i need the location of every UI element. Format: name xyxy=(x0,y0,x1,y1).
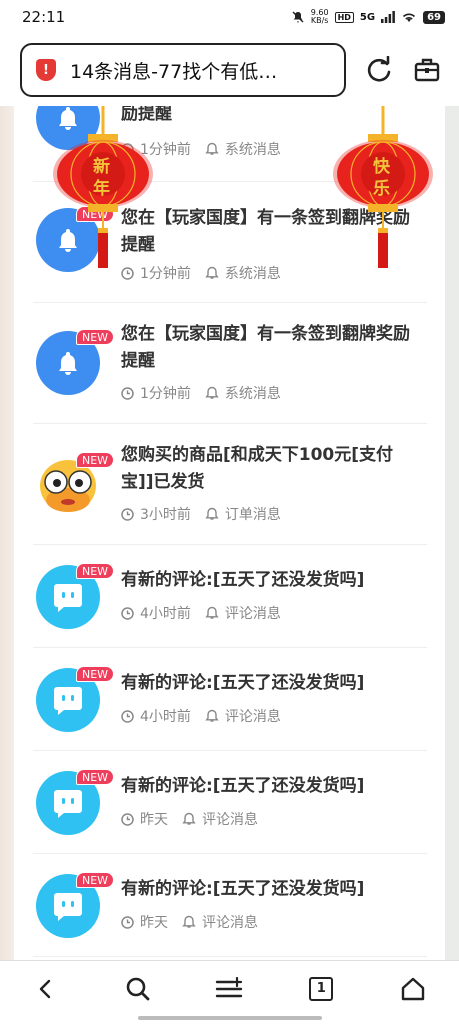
new-badge: NEW xyxy=(76,563,115,579)
chat-bubble-icon xyxy=(54,790,82,818)
new-badge: NEW xyxy=(76,872,115,888)
clock-icon xyxy=(121,915,134,929)
signal-label: 5G xyxy=(359,11,376,23)
message-type: 系统消息 xyxy=(224,266,281,282)
tab-count: 1 xyxy=(309,976,334,1001)
menu-icon[interactable] xyxy=(209,969,249,1009)
small-bell-icon xyxy=(205,507,219,521)
lantern-right-char-2: 乐 xyxy=(373,179,390,199)
message-time: 4小时前 xyxy=(140,709,191,725)
status-icons: 9.60 KB/s HD 5G 69 xyxy=(291,9,445,25)
small-bell-icon xyxy=(205,606,219,620)
clock-icon xyxy=(121,507,134,521)
page-title[interactable]: 14条消息-77找个有低… xyxy=(70,57,277,84)
message-meta: 3小时前 订单消息 xyxy=(121,504,281,524)
address-bar[interactable]: ! 14条消息-77找个有低… xyxy=(20,43,346,97)
wifi-icon xyxy=(403,13,416,22)
shield-alert-icon[interactable]: ! xyxy=(36,59,56,81)
home-indicator[interactable] xyxy=(138,1016,322,1020)
back-icon[interactable] xyxy=(26,969,66,1009)
message-meta: 昨天 评论消息 xyxy=(121,809,258,829)
lantern-right: 快 乐 xyxy=(328,106,438,268)
message-time: 1分钟前 xyxy=(140,386,191,402)
message-item[interactable]: NEW 您在【玩家国度】有一条签到翻牌奖励提醒 1分钟前 系统消息 xyxy=(33,303,427,424)
signal-icon xyxy=(381,11,395,23)
small-bell-icon xyxy=(205,142,219,156)
message-type: 评论消息 xyxy=(202,812,258,828)
chat-bubble-icon xyxy=(54,687,82,715)
message-item[interactable]: NEW 有新的评论:[五天了还没发货吗] 4小时前 评论消息 xyxy=(33,545,427,648)
message-meta: 4小时前 评论消息 xyxy=(121,603,281,623)
message-type: 评论消息 xyxy=(202,915,258,931)
message-type: 订单消息 xyxy=(224,507,281,523)
home-icon[interactable] xyxy=(393,969,433,1009)
tabs-icon[interactable]: 1 xyxy=(301,969,341,1009)
message-title: 有新的评论:[五天了还没发货吗] xyxy=(121,673,365,693)
clock-icon xyxy=(121,812,134,826)
clock-icon xyxy=(121,606,134,620)
message-title: 有新的评论:[五天了还没发货吗] xyxy=(121,879,365,899)
message-item[interactable]: NEW 有新的评论:[五天了还没发货吗] 昨天 评论消息 xyxy=(33,854,427,957)
message-type: 评论消息 xyxy=(224,606,281,622)
small-bell-icon xyxy=(205,266,219,280)
message-title: 有新的评论:[五天了还没发货吗] xyxy=(121,570,365,590)
battery-indicator: 69 xyxy=(423,10,445,24)
browser-toolbar: ! 14条消息-77找个有低… xyxy=(0,34,459,106)
net-speed: 9.60 KB/s xyxy=(311,9,329,25)
small-bell-icon xyxy=(182,812,196,826)
message-time: 昨天 xyxy=(140,915,168,931)
message-item[interactable]: NEW 您购买的商品[和成天下100元[支付宝]]已发货 3小时前 订单消息 xyxy=(33,424,427,545)
bottom-navigation: 1 xyxy=(0,960,459,1024)
hd-badge: HD xyxy=(334,11,354,23)
toolbox-icon[interactable] xyxy=(412,55,442,85)
message-time: 3小时前 xyxy=(140,507,191,523)
message-list-area[interactable]: 励提醒 1分钟前 系统消息 NEW 您在【玩家国度】有一条签到翻牌奖励提醒 1分… xyxy=(0,106,459,960)
small-bell-icon xyxy=(205,386,219,400)
status-time: 22:11 xyxy=(22,8,66,26)
refresh-icon[interactable] xyxy=(364,55,394,85)
message-type: 评论消息 xyxy=(224,709,281,725)
small-bell-icon xyxy=(182,915,196,929)
mute-icon xyxy=(292,11,304,23)
message-meta: 1分钟前 系统消息 xyxy=(121,383,281,403)
message-time: 4小时前 xyxy=(140,606,191,622)
chat-bubble-icon xyxy=(54,584,82,612)
new-badge: NEW xyxy=(76,329,115,345)
new-badge: NEW xyxy=(76,452,115,468)
new-badge: NEW xyxy=(76,769,115,785)
small-bell-icon xyxy=(205,709,219,723)
clock-icon xyxy=(121,709,134,723)
message-meta: 昨天 评论消息 xyxy=(121,912,258,932)
message-type: 系统消息 xyxy=(224,142,281,158)
search-icon[interactable] xyxy=(118,969,158,1009)
clock-icon xyxy=(121,386,134,400)
status-bar: 22:11 9.60 KB/s HD 5G 69 xyxy=(0,0,459,34)
message-item[interactable]: NEW 有新的评论:[五天了还没发货吗] 4小时前 评论消息 xyxy=(33,648,427,751)
message-title: 您在【玩家国度】有一条签到翻牌奖励提醒 xyxy=(121,324,410,371)
lantern-left: 新 年 xyxy=(48,106,158,268)
message-title: 您购买的商品[和成天下100元[支付宝]]已发货 xyxy=(121,445,394,492)
new-badge: NEW xyxy=(76,666,115,682)
message-meta: 4小时前 评论消息 xyxy=(121,706,281,726)
message-title: 有新的评论:[五天了还没发货吗] xyxy=(121,776,365,796)
message-time: 昨天 xyxy=(140,812,168,828)
bell-icon xyxy=(59,352,77,375)
message-item[interactable]: NEW 有新的评论:[五天了还没发货吗] 昨天 评论消息 xyxy=(33,751,427,854)
chat-bubble-icon xyxy=(54,893,82,921)
lantern-left-char-2: 年 xyxy=(93,179,110,199)
message-type: 系统消息 xyxy=(224,386,281,402)
net-speed-unit: KB/s xyxy=(310,16,329,25)
